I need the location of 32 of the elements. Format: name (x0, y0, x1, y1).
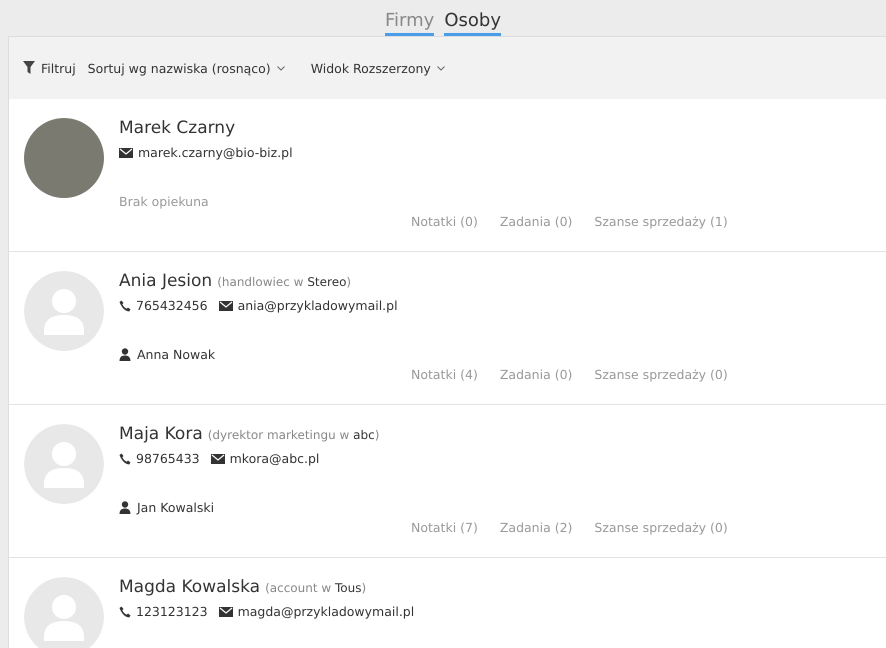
email-address[interactable]: mkora@abc.pl (230, 451, 320, 466)
user-icon (119, 501, 131, 514)
email-address[interactable]: ania@przykladowymail.pl (238, 298, 398, 313)
filter-icon (23, 61, 35, 75)
phone-number: 98765433 (136, 451, 200, 466)
phone-number: 123123123 (136, 604, 208, 619)
sort-dropdown[interactable]: Sortuj wg nazwiska (rosnąco) (88, 60, 285, 76)
envelope-icon (218, 300, 233, 310)
contact-name[interactable]: Marek Czarny (119, 118, 236, 138)
envelope-icon (218, 606, 233, 616)
owner-name: Jan Kowalski (137, 500, 214, 515)
contact-role: (dyrektor marketingu w abc) (208, 428, 380, 442)
phone-number: 765432456 (136, 298, 208, 313)
phone-icon (119, 300, 131, 312)
phone-icon (119, 452, 131, 464)
contact-role: (handlowiec w Stereo) (217, 275, 352, 289)
user-icon (119, 348, 131, 361)
envelope-icon (119, 148, 133, 158)
email-address[interactable]: magda@przykladowymail.pl (238, 604, 414, 619)
view-dropdown[interactable]: Widok Rozszerzony (310, 60, 445, 76)
owner-name: Brak opiekuna (119, 194, 209, 209)
contact-name[interactable]: Ania Jesion (119, 271, 212, 291)
owner-name: Anna Nowak (137, 347, 216, 362)
caret-icon (436, 66, 445, 70)
envelope-icon (210, 454, 225, 464)
phone-icon (119, 606, 131, 618)
email-address[interactable]: marek.czarny@bio-biz.pl (138, 145, 293, 160)
filter-button[interactable]: Filtruj (23, 60, 76, 76)
contact-name[interactable]: Magda Kowalska (119, 577, 260, 597)
contact-name[interactable]: Maja Kora (119, 424, 203, 444)
caret-icon (276, 66, 285, 70)
contact-role: (account w Tous) (265, 581, 366, 595)
